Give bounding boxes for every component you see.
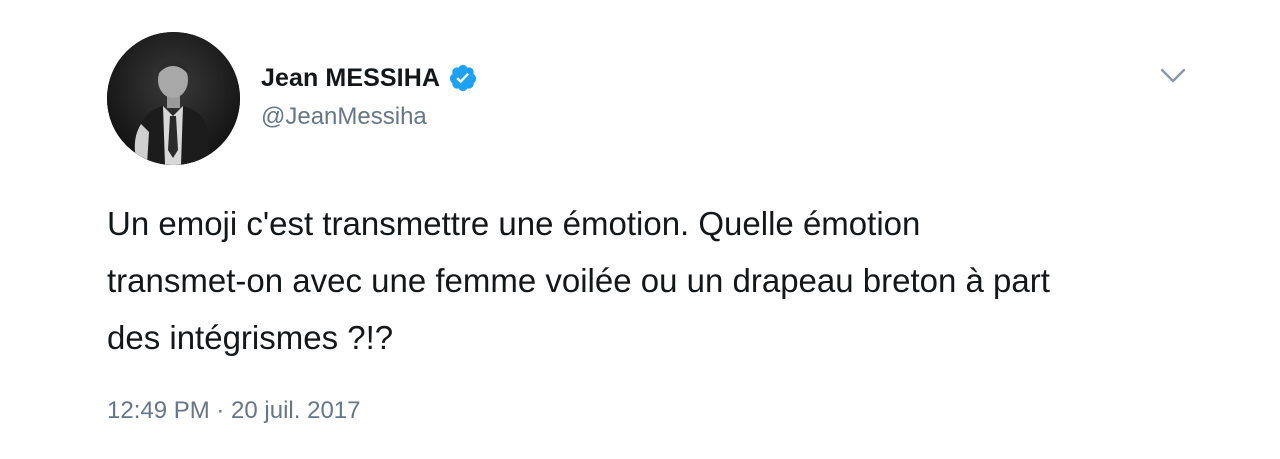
verified-badge-icon <box>448 63 478 93</box>
author-handle[interactable]: @JeanMessiha <box>261 103 427 131</box>
tweet-card: Jean MESSIHA @JeanMessiha Un emoji c'est… <box>0 0 1280 459</box>
avatar[interactable] <box>107 32 240 165</box>
tweet-text: Un emoji c'est transmettre une émotion. … <box>107 205 1050 356</box>
chevron-down-icon[interactable] <box>1158 66 1188 86</box>
tweet-timestamp[interactable]: 12:49 PM · 20 juil. 2017 <box>107 397 361 425</box>
display-name[interactable]: Jean MESSIHA <box>261 64 440 93</box>
avatar-image <box>107 32 240 165</box>
author-name-row: Jean MESSIHA <box>261 62 478 94</box>
